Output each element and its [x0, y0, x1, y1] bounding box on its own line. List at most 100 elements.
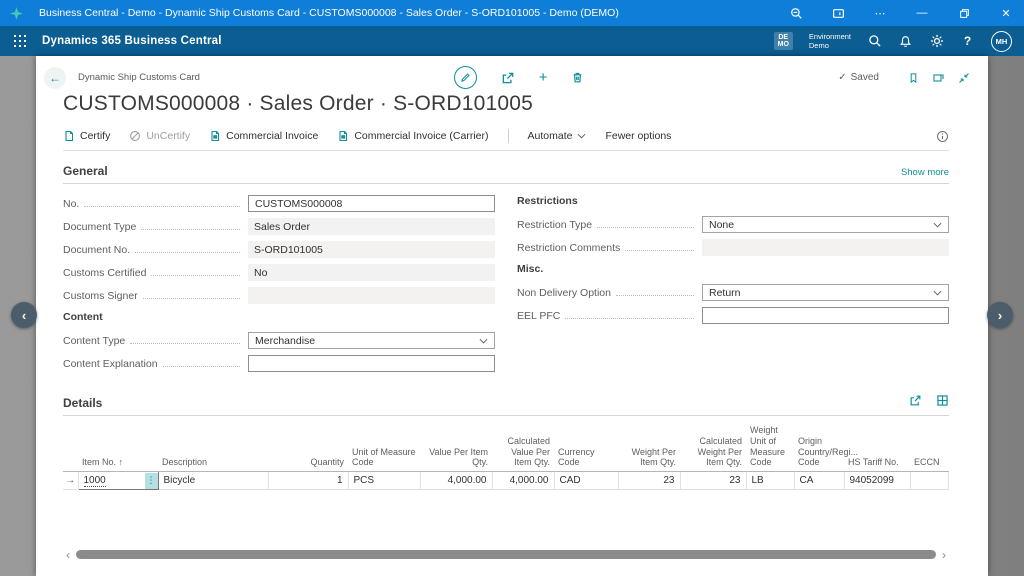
customs-certified-value: No [248, 264, 495, 281]
general-right-column: Restrictions Restriction Type None Restr… [517, 195, 949, 378]
zoom-out-icon[interactable] [788, 5, 804, 21]
scroll-left-icon[interactable]: ‹ [63, 549, 73, 561]
horizontal-scrollbar[interactable]: ‹ › [63, 548, 949, 561]
details-header-row: Item No. ↑ Description Quantity Unit of … [63, 422, 949, 472]
content-type-value: Merchandise [255, 335, 315, 347]
uncertify-label: UnCertify [146, 130, 190, 142]
col-value-per-item-qty[interactable]: Value Per Item Qty. [420, 422, 492, 472]
back-button[interactable]: ← [44, 67, 66, 89]
window-switch-icon[interactable] [830, 5, 846, 21]
field-document-no: Document No. S-ORD101005 [63, 241, 495, 258]
commercial-invoice-carrier-button[interactable]: Commercial Invoice (Carrier) [337, 130, 488, 142]
app-title[interactable]: Dynamics 365 Business Central [42, 35, 222, 47]
cell-currency-code[interactable]: CAD [554, 472, 618, 490]
commercial-invoice-button[interactable]: Commercial Invoice [209, 130, 318, 142]
non-delivery-option-select[interactable]: Return [702, 284, 949, 301]
minimize-icon[interactable]: — [914, 5, 930, 21]
share-icon[interactable] [909, 394, 922, 407]
next-record-button[interactable]: › [987, 302, 1013, 328]
user-avatar[interactable]: MH [991, 31, 1012, 52]
cell-eccn[interactable] [910, 472, 949, 490]
content-explanation-input[interactable] [248, 355, 495, 372]
automate-menu-button[interactable]: Automate [528, 130, 587, 142]
document-type-label: Document Type [63, 221, 136, 233]
app-launcher-waffle-icon[interactable] [14, 35, 26, 47]
general-section-header: General Show more [63, 151, 949, 184]
cell-description[interactable]: Bicycle [158, 472, 268, 490]
col-unit-of-measure-code[interactable]: Unit of Measure Code [348, 422, 420, 472]
cell-value-per-item-qty[interactable]: 4,000.00 [420, 472, 492, 490]
fewer-options-button[interactable]: Fewer options [605, 130, 671, 142]
settings-gear-icon[interactable] [929, 34, 944, 49]
field-non-delivery-option: Non Delivery Option Return [517, 284, 949, 301]
col-currency-code[interactable]: Currency Code [554, 422, 618, 472]
restore-window-icon[interactable] [956, 5, 972, 21]
content-type-label: Content Type [63, 335, 125, 347]
scroll-right-icon[interactable]: › [939, 549, 949, 561]
col-quantity[interactable]: Quantity [268, 422, 348, 472]
cell-hs-tariff-no[interactable]: 94052099 [844, 472, 910, 490]
cell-calculated-value-per-item-qty[interactable]: 4,000.00 [492, 472, 554, 490]
details-section-header: Details [63, 378, 949, 416]
environment-label: Environment Demo [809, 32, 851, 50]
share-icon[interactable] [501, 71, 515, 85]
cell-item-no[interactable]: 1000 ⋮ [78, 472, 158, 490]
product-navbar: Dynamics 365 Business Central DE MO Envi… [0, 26, 1024, 56]
item-no-drilldown[interactable]: 1000 [84, 475, 106, 487]
show-more-link[interactable]: Show more [901, 167, 949, 178]
bookmark-icon[interactable] [908, 72, 919, 84]
new-record-icon[interactable]: + [539, 69, 548, 86]
cell-weight-unit-of-measure-code[interactable]: LB [746, 472, 794, 490]
previous-record-button[interactable]: ‹ [11, 302, 37, 328]
environment-badge-line1: DE [778, 34, 789, 41]
page-title: CUSTOMS000008 · Sales Order · S-ORD10100… [36, 90, 988, 116]
restriction-comments-label: Restriction Comments [517, 242, 620, 254]
assist-edit-icon[interactable]: ⋮ [145, 473, 158, 489]
content-explanation-label: Content Explanation [63, 358, 158, 370]
col-weight-unit-of-measure-code[interactable]: Weight Unit of Measure Code [746, 422, 794, 472]
chevron-down-icon [933, 290, 942, 296]
active-row-arrow-icon: → [63, 472, 78, 490]
saved-status: ✓ Saved [838, 72, 879, 83]
cell-origin-country-region-code[interactable]: CA [794, 472, 844, 490]
open-in-window-icon[interactable] [932, 72, 945, 84]
col-description[interactable]: Description [158, 422, 268, 472]
col-weight-per-item-qty[interactable]: Weight Per Item Qty. [618, 422, 680, 472]
field-eel-pfc: EEL PFC [517, 307, 949, 324]
col-calculated-value-per-item-qty[interactable]: Calculated Value Per Item Qty. [492, 422, 554, 472]
col-calculated-weight-per-item-qty[interactable]: Calculated Weight Per Item Qty. [680, 422, 746, 472]
collapse-icon[interactable] [958, 72, 970, 84]
search-icon[interactable] [867, 34, 882, 49]
edit-pencil-icon[interactable] [454, 66, 477, 89]
field-restriction-comments: Restriction Comments [517, 239, 949, 256]
general-fields: No. CUSTOMS000008 Document Type Sales Or… [63, 195, 949, 378]
col-eccn[interactable]: ECCN [910, 422, 949, 472]
notifications-bell-icon[interactable] [898, 34, 913, 49]
open-in-excel-icon[interactable] [936, 394, 949, 407]
col-item-no[interactable]: Item No. ↑ [78, 422, 158, 472]
restriction-type-label: Restriction Type [517, 219, 592, 231]
scrollbar-thumb[interactable] [76, 550, 936, 559]
help-icon[interactable]: ? [960, 34, 975, 49]
no-input[interactable]: CUSTOMS000008 [248, 195, 495, 212]
cell-unit-of-measure-code[interactable]: PCS [348, 472, 420, 490]
field-restriction-type: Restriction Type None [517, 216, 949, 233]
environment-badge[interactable]: DE MO [774, 32, 793, 51]
restriction-type-select[interactable]: None [702, 216, 949, 233]
dotted-leader [625, 250, 694, 251]
content-type-select[interactable]: Merchandise [248, 332, 495, 349]
close-icon[interactable]: ✕ [998, 5, 1014, 21]
cell-weight-per-item-qty[interactable]: 23 [618, 472, 680, 490]
dotted-leader [565, 318, 694, 319]
info-icon[interactable] [936, 130, 949, 143]
delete-trash-icon[interactable] [571, 71, 584, 84]
eel-pfc-input[interactable] [702, 307, 949, 324]
col-origin-country-region-code[interactable]: Origin Country/Regi... Code [794, 422, 844, 472]
cell-quantity[interactable]: 1 [268, 472, 348, 490]
misc-group-heading: Misc. [517, 263, 949, 275]
more-options-icon[interactable]: ⋯ [872, 5, 888, 21]
cell-calculated-weight-per-item-qty[interactable]: 23 [680, 472, 746, 490]
certify-button[interactable]: Certify [63, 130, 110, 142]
environment-badge-line2: MO [778, 41, 789, 48]
customs-certified-label: Customs Certified [63, 267, 146, 279]
